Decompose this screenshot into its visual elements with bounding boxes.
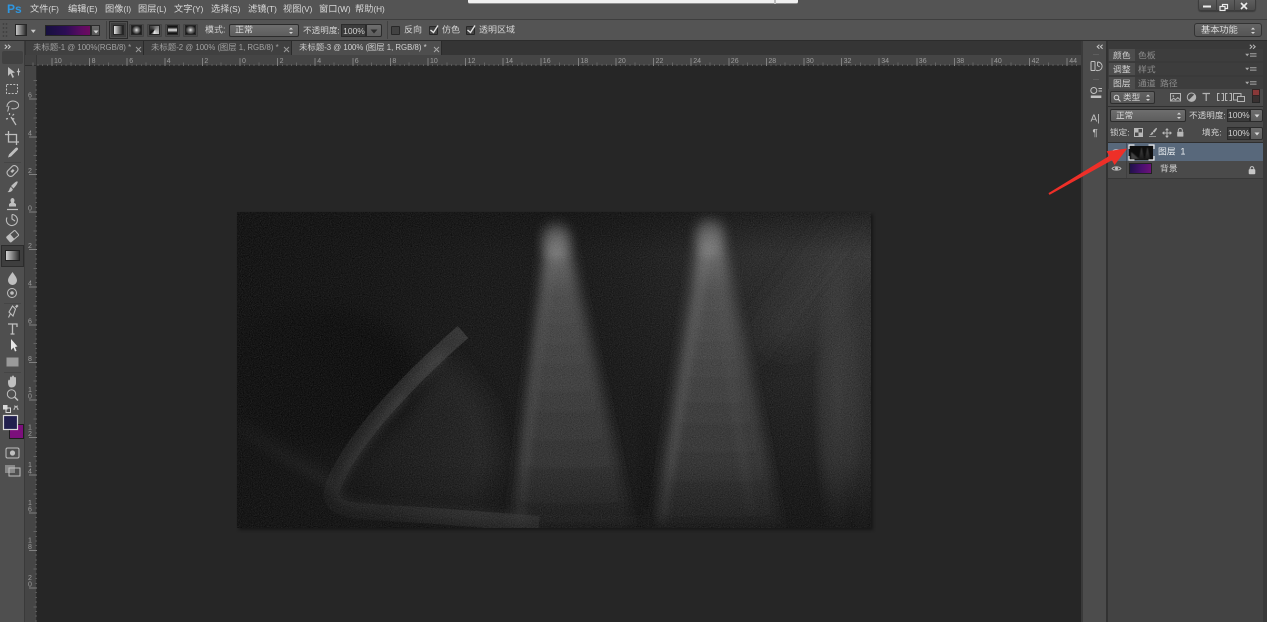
svg-text:6: 6 (355, 58, 359, 65)
svg-text:2: 2 (280, 58, 284, 65)
svg-text:(E): (E) (86, 5, 97, 14)
svg-text:¶: ¶ (1093, 128, 1098, 139)
svg-text:22: 22 (656, 58, 664, 65)
svg-text:32: 32 (844, 58, 852, 65)
svg-text:4: 4 (317, 58, 321, 65)
svg-text:8: 8 (28, 356, 32, 363)
svg-text:24: 24 (693, 58, 701, 65)
svg-text:0: 0 (242, 58, 246, 65)
svg-text:4: 4 (28, 281, 32, 288)
svg-text:16: 16 (543, 58, 551, 65)
svg-text:-2 @ 100% (: -2 @ 100% ( (176, 44, 220, 53)
svg-text:28: 28 (768, 58, 776, 65)
svg-text:4: 4 (28, 469, 32, 476)
svg-text:18: 18 (580, 58, 588, 65)
svg-text::: : (223, 25, 226, 35)
svg-text::: : (1219, 128, 1221, 138)
svg-text:38: 38 (956, 58, 964, 65)
svg-text:8: 8 (92, 58, 96, 65)
svg-text:(S): (S) (229, 5, 240, 14)
svg-text:40: 40 (994, 58, 1002, 65)
svg-text:0: 0 (28, 394, 32, 401)
svg-text:1, RGB/8) *: 1, RGB/8) * (237, 44, 279, 53)
svg-text:-1 @ 100%(RGB/8) *: -1 @ 100%(RGB/8) * (58, 44, 131, 53)
svg-text:6: 6 (28, 506, 32, 513)
svg-text:0: 0 (28, 206, 32, 213)
svg-text:34: 34 (881, 58, 889, 65)
svg-text:(V): (V) (301, 5, 312, 14)
svg-text:(L): (L) (156, 5, 166, 14)
svg-text:10: 10 (54, 58, 62, 65)
svg-text:2: 2 (28, 168, 32, 175)
svg-text:(F): (F) (48, 5, 59, 14)
svg-text:44: 44 (1069, 58, 1077, 65)
svg-text::: : (1127, 128, 1129, 138)
svg-text:2: 2 (28, 243, 32, 250)
svg-text:1: 1 (1176, 147, 1186, 157)
svg-text:-3 @ 100% (: -3 @ 100% ( (324, 44, 368, 53)
svg-text:(Y): (Y) (192, 5, 203, 14)
svg-text:42: 42 (1032, 58, 1040, 65)
svg-text:(T): (T) (266, 5, 277, 14)
svg-text:6: 6 (28, 93, 32, 100)
svg-text:(W): (W) (337, 5, 350, 14)
svg-text:4: 4 (28, 130, 32, 137)
svg-text:2: 2 (204, 58, 208, 65)
svg-text:30: 30 (806, 58, 814, 65)
svg-text:6: 6 (129, 58, 133, 65)
svg-text:8: 8 (392, 58, 396, 65)
svg-text:26: 26 (731, 58, 739, 65)
svg-text:1, RGB/8) *: 1, RGB/8) * (385, 44, 427, 53)
svg-text:6: 6 (28, 318, 32, 325)
svg-text:12: 12 (468, 58, 476, 65)
svg-text::: : (337, 25, 339, 35)
svg-text:(H): (H) (373, 5, 385, 14)
svg-text:20: 20 (618, 58, 626, 65)
svg-text:10: 10 (430, 58, 438, 65)
svg-text:36: 36 (919, 58, 927, 65)
svg-text:14: 14 (505, 58, 513, 65)
svg-text:0: 0 (28, 582, 32, 589)
svg-text:(I): (I) (123, 5, 131, 14)
svg-text:A|: A| (1091, 114, 1100, 125)
svg-text:4: 4 (167, 58, 171, 65)
svg-text:2: 2 (28, 431, 32, 438)
svg-text::: : (1223, 110, 1225, 120)
svg-text:8: 8 (28, 544, 32, 551)
